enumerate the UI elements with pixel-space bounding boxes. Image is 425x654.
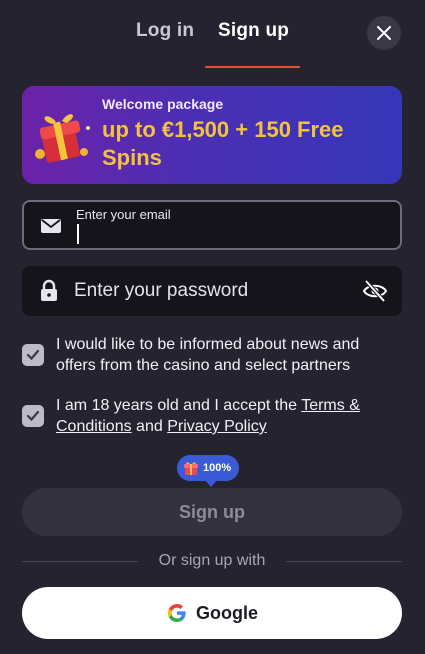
tab-login[interactable]: Log in: [136, 20, 194, 42]
age-consent-prefix: I am 18 years old and I accept the: [56, 397, 302, 414]
signup-button[interactable]: Sign up: [22, 488, 402, 536]
banner-offer-text: up to €1,500 + 150 Free Spins: [102, 117, 344, 170]
auth-tabs: Log in Sign up: [0, 0, 425, 70]
tab-signup[interactable]: Sign up: [218, 20, 289, 42]
close-button[interactable]: [367, 16, 401, 50]
privacy-link[interactable]: Privacy Policy: [167, 418, 267, 435]
close-icon: [377, 26, 391, 40]
social-divider: Or sign up with: [22, 551, 402, 571]
checkmark-icon: [26, 349, 40, 361]
eye-slash-icon[interactable]: [362, 279, 388, 303]
envelope-icon: [41, 219, 61, 233]
banner-package-label: Welcome package: [102, 96, 224, 112]
progress-badge: 100%: [177, 455, 240, 487]
google-icon: [168, 604, 186, 622]
age-consent-checkbox[interactable]: [22, 405, 44, 427]
age-consent-middle: and: [131, 418, 168, 435]
lock-icon: [41, 279, 57, 301]
email-label: Enter your email: [76, 207, 171, 222]
google-signup-button[interactable]: Google: [22, 587, 402, 639]
welcome-banner: Welcome package up to €1,500 + 150 Free …: [22, 86, 402, 184]
age-consent-text: I am 18 years old and I accept the Terms…: [56, 395, 402, 437]
email-input[interactable]: [76, 224, 376, 246]
divider-line-right: [286, 561, 402, 562]
news-consent-text: I would like to be informed about news a…: [56, 336, 360, 374]
email-field[interactable]: Enter your email: [22, 200, 402, 250]
checkmark-icon: [26, 410, 40, 422]
text-caret: [77, 224, 79, 244]
gift-icon: [184, 462, 198, 475]
google-button-label: Google: [196, 602, 258, 623]
password-input[interactable]: [74, 278, 354, 304]
active-tab-indicator: [205, 66, 300, 68]
progress-value: 100%: [203, 462, 232, 474]
password-field[interactable]: [22, 266, 402, 316]
news-consent-checkbox[interactable]: [22, 344, 44, 366]
gift-box-icon: [35, 114, 90, 163]
